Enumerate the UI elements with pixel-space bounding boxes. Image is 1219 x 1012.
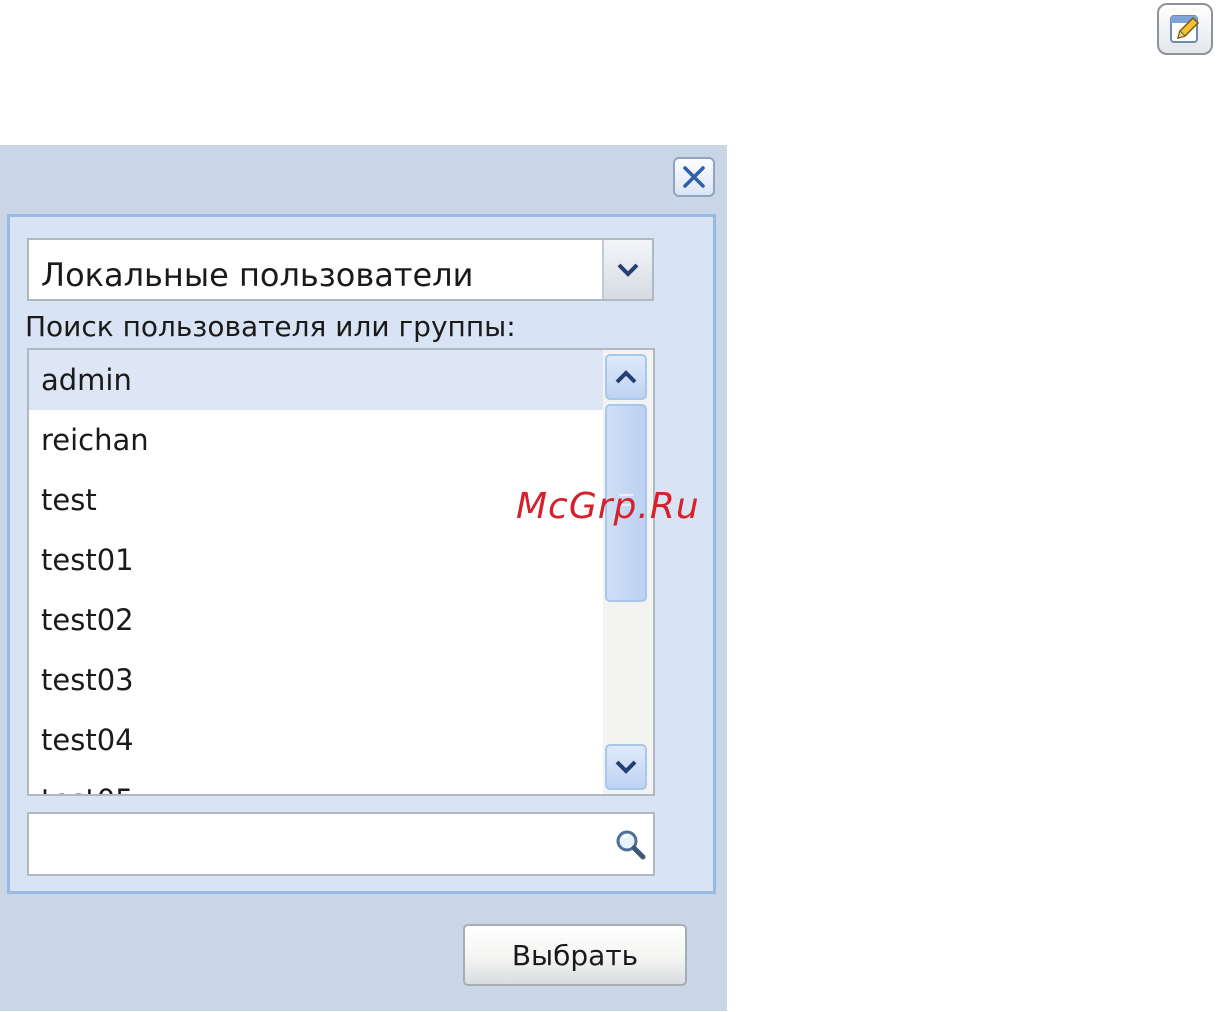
list-item[interactable]: admin xyxy=(29,350,603,410)
user-select-dialog: Локальные пользователи Поиск пользовател… xyxy=(0,145,727,1011)
list-item[interactable]: reichan xyxy=(29,410,603,470)
user-list-items: admin reichan test test01 test02 test03 … xyxy=(29,350,603,794)
edit-button[interactable] xyxy=(1157,3,1213,55)
watermark: McGrp.Ru xyxy=(516,486,700,527)
close-button[interactable] xyxy=(673,157,715,197)
chevron-down-icon xyxy=(615,760,637,774)
search-field[interactable] xyxy=(27,812,655,876)
selection-panel: Локальные пользователи Поиск пользовател… xyxy=(7,214,716,894)
dropdown-toggle[interactable] xyxy=(602,240,652,299)
scroll-down-button[interactable] xyxy=(605,744,647,790)
pencil-edit-icon xyxy=(1170,15,1200,43)
list-item[interactable]: test05 xyxy=(29,770,603,794)
close-icon xyxy=(683,166,705,188)
select-button[interactable]: Выбрать xyxy=(463,924,687,986)
source-dropdown-value: Локальные пользователи xyxy=(41,256,474,294)
list-item[interactable]: test03 xyxy=(29,650,603,710)
chevron-down-icon xyxy=(617,263,639,277)
list-scrollbar[interactable] xyxy=(603,350,653,794)
chevron-up-icon xyxy=(615,370,637,384)
list-item[interactable]: test02 xyxy=(29,590,603,650)
search-label: Поиск пользователя или группы: xyxy=(25,310,516,343)
magnifier-icon[interactable] xyxy=(613,828,647,862)
list-item[interactable]: test04 xyxy=(29,710,603,770)
user-list[interactable]: admin reichan test test01 test02 test03 … xyxy=(27,348,655,796)
scroll-up-button[interactable] xyxy=(605,354,647,400)
search-input[interactable] xyxy=(37,822,601,868)
list-item[interactable]: test01 xyxy=(29,530,603,590)
source-dropdown[interactable]: Локальные пользователи xyxy=(27,238,654,301)
